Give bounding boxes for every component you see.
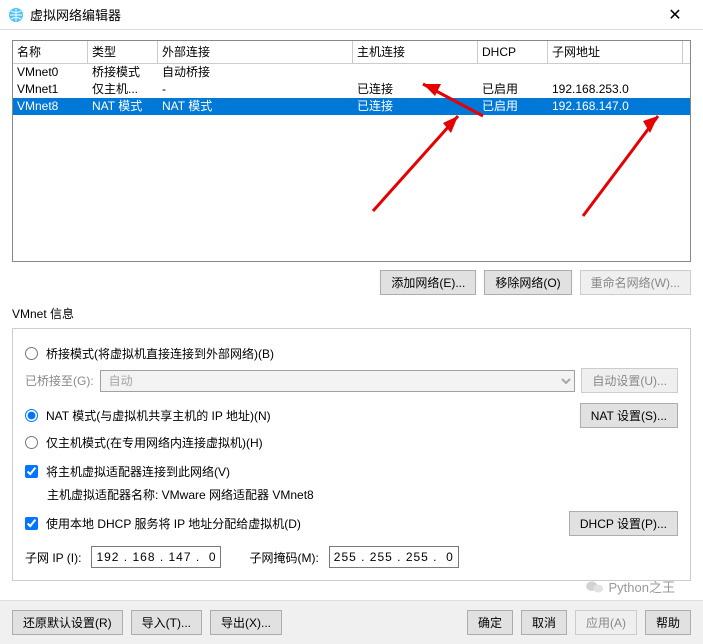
host-adapter-name: 主机虚拟适配器名称: VMware 网络适配器 VMnet8 <box>47 486 678 503</box>
wechat-icon <box>585 579 605 595</box>
title-bar: 虚拟网络编辑器 ✕ <box>0 0 703 30</box>
import-button[interactable]: 导入(T)... <box>131 610 202 635</box>
bridge-label: 桥接模式(将虚拟机直接连接到外部网络)(B) <box>46 345 274 362</box>
connect-host-label: 将主机虚拟适配器连接到此网络(V) <box>46 463 230 480</box>
hostonly-radio[interactable] <box>25 436 38 449</box>
col-host[interactable]: 主机连接 <box>353 41 478 63</box>
vmnet-info-label: VMnet 信息 <box>12 305 691 322</box>
cancel-button[interactable]: 取消 <box>521 610 567 635</box>
col-ext[interactable]: 外部连接 <box>158 41 353 63</box>
dhcp-settings-button[interactable]: DHCP 设置(P)... <box>569 511 678 536</box>
bridge-radio[interactable] <box>25 347 38 360</box>
watermark: Python之王 <box>585 577 675 596</box>
annotation-arrow <box>363 101 483 221</box>
subnet-mask-input[interactable] <box>329 546 459 568</box>
dialog-footer: 还原默认设置(R) 导入(T)... 导出(X)... 确定 取消 应用(A) … <box>0 600 703 644</box>
restore-defaults-button[interactable]: 还原默认设置(R) <box>12 610 123 635</box>
ok-button[interactable]: 确定 <box>467 610 513 635</box>
remove-network-button[interactable]: 移除网络(O) <box>484 270 571 295</box>
subnet-ip-input[interactable] <box>91 546 221 568</box>
connect-host-checkbox[interactable] <box>25 465 38 478</box>
bridge-to-label: 已桥接至(G): <box>25 372 94 389</box>
subnet-ip-label: 子网 IP (I): <box>25 549 81 566</box>
vmnet-info-group: 桥接模式(将虚拟机直接连接到外部网络)(B) 已桥接至(G): 自动 自动设置(… <box>12 328 691 581</box>
app-icon <box>8 7 24 23</box>
network-table[interactable]: 名称 类型 外部连接 主机连接 DHCP 子网地址 VMnet0 桥接模式 自动… <box>12 40 691 262</box>
export-button[interactable]: 导出(X)... <box>210 610 282 635</box>
help-button[interactable]: 帮助 <box>645 610 691 635</box>
annotation-arrow <box>568 101 678 221</box>
col-dhcp[interactable]: DHCP <box>478 41 548 63</box>
col-subnet[interactable]: 子网地址 <box>548 41 683 63</box>
auto-settings-button: 自动设置(U)... <box>581 368 678 393</box>
add-network-button[interactable]: 添加网络(E)... <box>380 270 476 295</box>
nat-settings-button[interactable]: NAT 设置(S)... <box>580 403 678 428</box>
hostonly-label: 仅主机模式(在专用网络内连接虚拟机)(H) <box>46 434 263 451</box>
bridge-to-select: 自动 <box>100 370 576 392</box>
apply-button: 应用(A) <box>575 610 637 635</box>
close-icon[interactable]: ✕ <box>655 5 695 25</box>
rename-network-button: 重命名网络(W)... <box>580 270 691 295</box>
col-type[interactable]: 类型 <box>88 41 158 63</box>
table-row[interactable]: VMnet0 桥接模式 自动桥接 <box>13 64 690 81</box>
nat-radio[interactable] <box>25 409 38 422</box>
use-dhcp-label: 使用本地 DHCP 服务将 IP 地址分配给虚拟机(D) <box>46 515 301 532</box>
col-name[interactable]: 名称 <box>13 41 88 63</box>
subnet-mask-label: 子网掩码(M): <box>249 549 318 566</box>
window-title: 虚拟网络编辑器 <box>30 5 655 24</box>
use-dhcp-checkbox[interactable] <box>25 517 38 530</box>
table-header: 名称 类型 外部连接 主机连接 DHCP 子网地址 <box>13 41 690 64</box>
table-row[interactable]: VMnet8 NAT 模式 NAT 模式 已连接 已启用 192.168.147… <box>13 98 690 115</box>
nat-label: NAT 模式(与虚拟机共享主机的 IP 地址)(N) <box>46 407 271 424</box>
table-row[interactable]: VMnet1 仅主机... - 已连接 已启用 192.168.253.0 <box>13 81 690 98</box>
